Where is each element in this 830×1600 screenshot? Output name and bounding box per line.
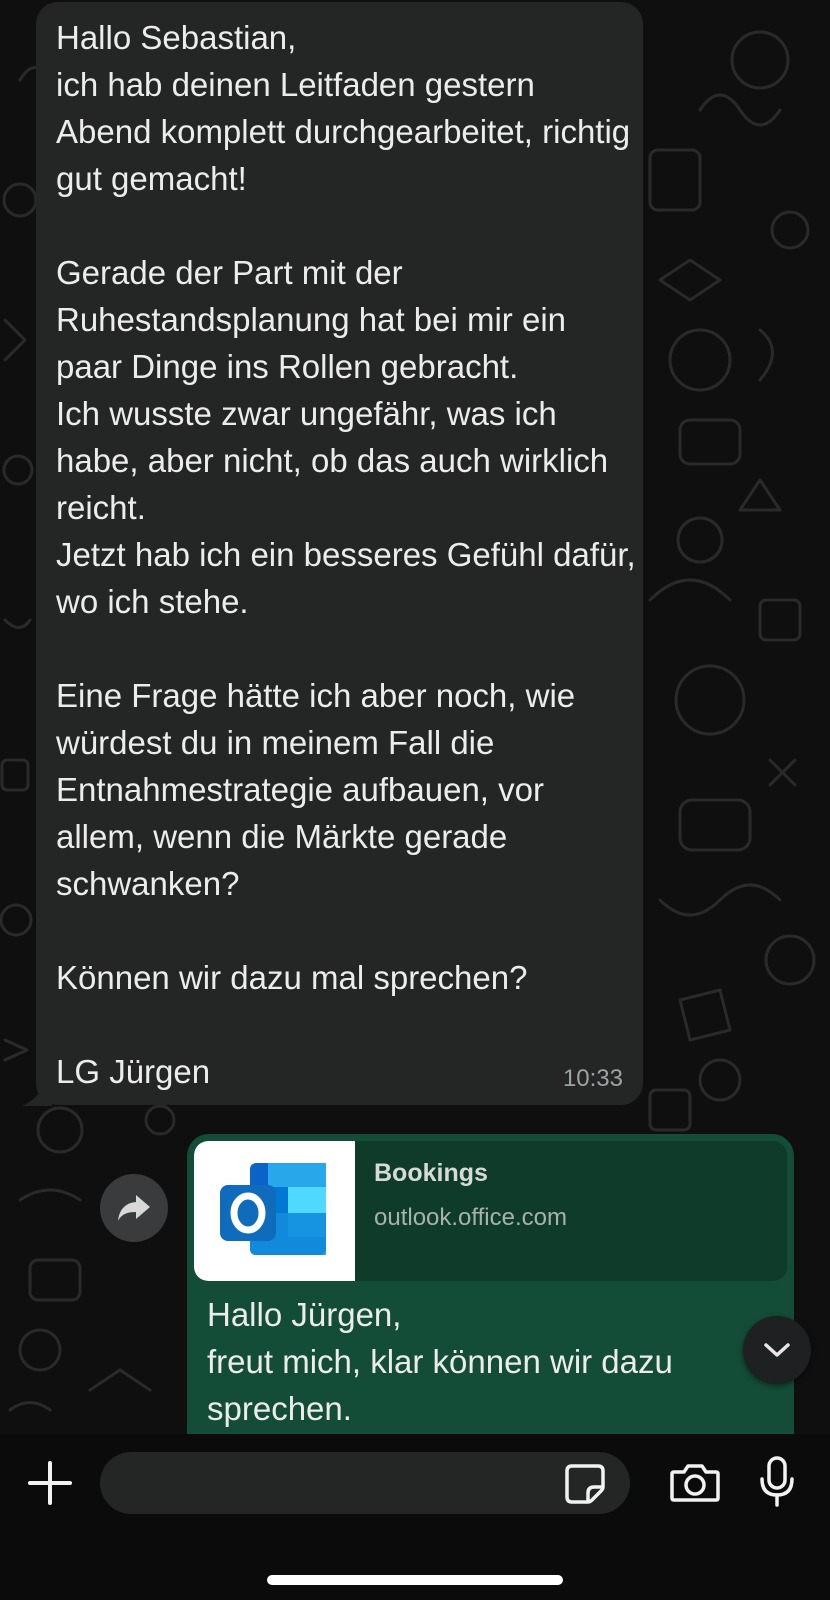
link-domain: outlook.office.com: [374, 1204, 567, 1231]
message-timestamp: 10:33: [562, 1065, 623, 1092]
voice-message-button[interactable]: [753, 1454, 801, 1510]
message-input[interactable]: [100, 1452, 630, 1514]
forward-button[interactable]: [100, 1174, 168, 1242]
message-composer: [0, 1434, 830, 1600]
incoming-message-text: Hallo Sebastian, ich hab deinen Leitfade…: [56, 19, 636, 1090]
camera-icon: [670, 1464, 720, 1502]
camera-button[interactable]: [668, 1460, 722, 1506]
sticker-icon: [565, 1464, 605, 1504]
sticker-button[interactable]: [563, 1462, 607, 1506]
scroll-to-bottom-button[interactable]: [743, 1316, 811, 1384]
link-preview-card[interactable]: Bookings outlook.office.com: [194, 1141, 787, 1281]
chat-area[interactable]: Hallo Sebastian, ich hab deinen Leitfade…: [0, 0, 830, 1434]
forward-arrow-icon: [118, 1195, 150, 1221]
incoming-message-bubble[interactable]: Hallo Sebastian, ich hab deinen Leitfade…: [36, 2, 643, 1105]
microphone-icon: [760, 1456, 794, 1507]
outgoing-message-text: Hallo Jürgen, freut mich, klar können wi…: [207, 1296, 673, 1427]
plus-icon: [28, 1461, 72, 1505]
chevron-down-icon: [764, 1343, 790, 1357]
bubble-tail: [22, 1082, 52, 1106]
outgoing-message-bubble[interactable]: Bookings outlook.office.com Hallo Jürgen…: [187, 1134, 794, 1434]
home-indicator[interactable]: [267, 1575, 563, 1585]
attach-button[interactable]: [25, 1458, 75, 1508]
outlook-logo-icon: [219, 1163, 326, 1255]
link-title: Bookings: [374, 1159, 488, 1187]
link-thumbnail: [194, 1141, 355, 1281]
